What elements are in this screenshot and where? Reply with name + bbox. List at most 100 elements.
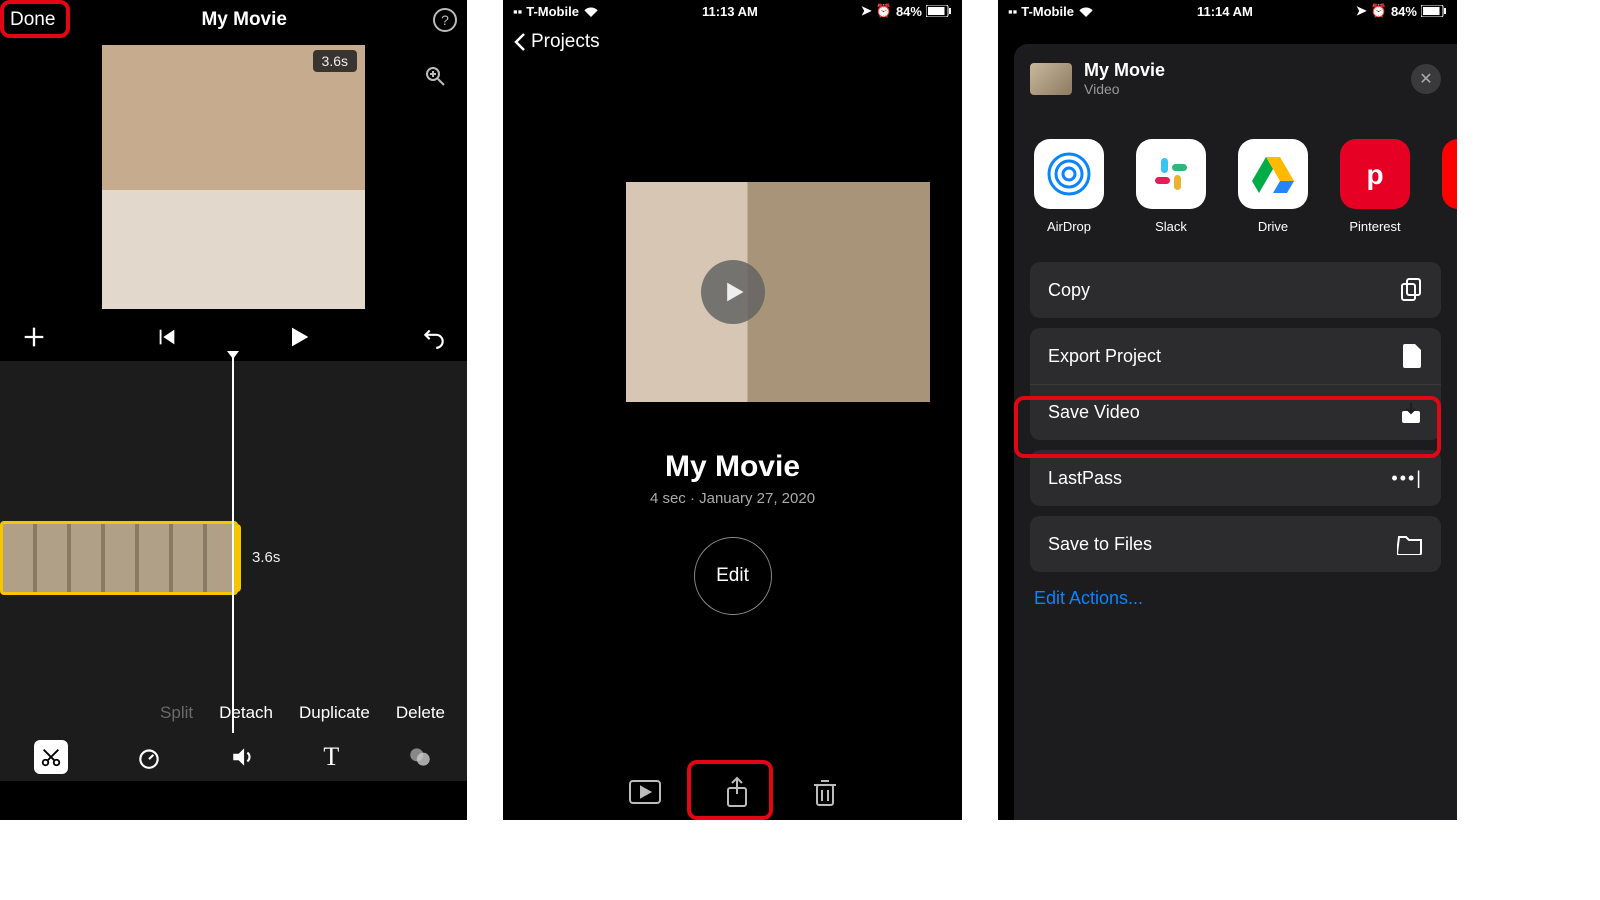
editor-topbar: Done My Movie ? <box>0 0 467 40</box>
clip-actions-bar: Split Detach Duplicate Delete <box>0 693 467 733</box>
signal-icon: ▪▪ <box>513 4 522 19</box>
app-label: Pinterest <box>1340 219 1410 234</box>
drive-icon <box>1238 139 1308 209</box>
filter-tool-icon[interactable] <box>407 744 433 770</box>
app-label: Yo <box>1442 219 1457 234</box>
video-clip[interactable] <box>0 521 238 595</box>
share-title: My Movie <box>1084 60 1165 81</box>
action-save-to-files[interactable]: Save to Files <box>1030 516 1441 572</box>
detach-button[interactable]: Detach <box>219 703 273 723</box>
add-media-icon[interactable] <box>20 323 48 351</box>
project-meta: 4 sec · January 27, 2020 <box>503 490 962 507</box>
chevron-left-icon <box>513 32 527 52</box>
back-label: Projects <box>531 31 600 53</box>
svg-text:p: p <box>1366 159 1383 190</box>
app-partial[interactable]: Yo <box>1442 139 1457 234</box>
share-sheet: My Movie Video ✕ AirDrop Slack <box>1014 44 1457 820</box>
action-label: Export Project <box>1048 346 1161 367</box>
play-icon[interactable] <box>285 323 313 351</box>
lastpass-icon: •••| <box>1391 468 1423 489</box>
action-label: Save to Files <box>1048 534 1152 555</box>
action-export-project[interactable]: Export Project <box>1030 328 1441 384</box>
location-icon: ➤ <box>1356 3 1367 19</box>
title-tool-icon[interactable]: T <box>323 742 339 772</box>
carrier-label: T-Mobile <box>526 4 579 19</box>
editor-toolbar: T <box>0 733 467 781</box>
folder-icon <box>1397 533 1423 555</box>
project-title: My Movie <box>503 450 962 484</box>
signal-icon: ▪▪ <box>1008 4 1017 19</box>
skip-start-icon[interactable] <box>156 326 178 348</box>
share-thumbnail <box>1030 63 1072 95</box>
project-title: My Movie <box>201 9 287 31</box>
project-detail-screen: ▪▪ T-Mobile 11:13 AM ➤ ⏰ 84% Projects <box>503 0 962 820</box>
clock-label: 11:14 AM <box>1197 4 1253 19</box>
app-label: Drive <box>1238 219 1308 234</box>
slack-icon <box>1136 139 1206 209</box>
project-preview[interactable] <box>536 182 930 402</box>
file-icon <box>1403 344 1423 368</box>
battery-label: 84% <box>896 4 922 19</box>
preview-duration-label: 3.6s <box>313 50 357 72</box>
undo-icon[interactable] <box>421 324 447 350</box>
app-airdrop[interactable]: AirDrop <box>1034 139 1104 234</box>
wifi-icon <box>583 5 599 17</box>
timeline[interactable]: 3.6s Split Detach Duplicate Delete T <box>0 361 467 781</box>
app-drive[interactable]: Drive <box>1238 139 1308 234</box>
status-bar: ▪▪ T-Mobile 11:13 AM ➤ ⏰ 84% <box>503 0 962 22</box>
app-label: Slack <box>1136 219 1206 234</box>
close-icon[interactable]: ✕ <box>1411 64 1441 94</box>
action-save-video[interactable]: Save Video <box>1030 384 1441 440</box>
wifi-icon <box>1078 5 1094 17</box>
share-sheet-header: My Movie Video ✕ <box>1030 60 1457 97</box>
cut-tool-icon[interactable] <box>34 740 68 774</box>
play-rect-icon[interactable] <box>628 779 662 805</box>
nav-back[interactable]: Projects <box>503 22 962 62</box>
app-slack[interactable]: Slack <box>1136 139 1206 234</box>
duplicate-button[interactable]: Duplicate <box>299 703 370 723</box>
help-icon[interactable]: ? <box>433 8 457 32</box>
trash-icon[interactable] <box>812 777 838 807</box>
share-subtitle: Video <box>1084 81 1165 97</box>
location-icon: ➤ <box>861 3 872 19</box>
alarm-icon: ⏰ <box>1371 3 1387 19</box>
pinterest-icon: p <box>1340 139 1410 209</box>
imovie-editor-screen: Done My Movie ? 3.6s <box>0 0 467 820</box>
app-label: AirDrop <box>1034 219 1104 234</box>
edit-button[interactable]: Edit <box>694 537 772 615</box>
action-lastpass[interactable]: LastPass •••| <box>1030 450 1441 506</box>
download-icon <box>1399 401 1423 425</box>
carrier-label: T-Mobile <box>1021 4 1074 19</box>
clip-trim-handle[interactable] <box>233 524 241 592</box>
battery-icon <box>1421 5 1447 17</box>
preview-frame[interactable]: 3.6s <box>102 45 365 309</box>
share-apps-row: AirDrop Slack Drive p <box>1030 139 1457 234</box>
done-button[interactable]: Done <box>10 9 55 31</box>
zoom-icon[interactable] <box>421 62 449 90</box>
share-icon[interactable] <box>724 776 750 808</box>
share-sheet-screen: ▪▪ T-Mobile 11:14 AM ➤ ⏰ 84% My Movie <box>998 0 1457 820</box>
battery-label: 84% <box>1391 4 1417 19</box>
copy-icon <box>1399 277 1423 303</box>
play-button[interactable] <box>701 260 765 324</box>
clock-label: 11:13 AM <box>702 4 758 19</box>
app-partial-icon <box>1442 139 1457 209</box>
battery-icon <box>926 5 952 17</box>
action-label: Save Video <box>1048 402 1140 423</box>
clip-duration-label: 3.6s <box>252 549 280 566</box>
action-copy[interactable]: Copy <box>1030 262 1441 318</box>
share-actions-list: Copy Export Project Save Video <box>1030 262 1457 572</box>
bottom-toolbar <box>503 764 962 820</box>
alarm-icon: ⏰ <box>876 3 892 19</box>
action-label: LastPass <box>1048 468 1122 489</box>
speed-tool-icon[interactable] <box>136 744 162 770</box>
status-bar: ▪▪ T-Mobile 11:14 AM ➤ ⏰ 84% <box>998 0 1457 22</box>
action-group: Export Project Save Video <box>1030 328 1441 440</box>
airdrop-icon <box>1034 139 1104 209</box>
app-pinterest[interactable]: p Pinterest <box>1340 139 1410 234</box>
volume-tool-icon[interactable] <box>230 744 256 770</box>
edit-actions-link[interactable]: Edit Actions... <box>1030 588 1457 609</box>
action-label: Copy <box>1048 280 1090 301</box>
split-button[interactable]: Split <box>160 703 193 723</box>
delete-button[interactable]: Delete <box>396 703 445 723</box>
